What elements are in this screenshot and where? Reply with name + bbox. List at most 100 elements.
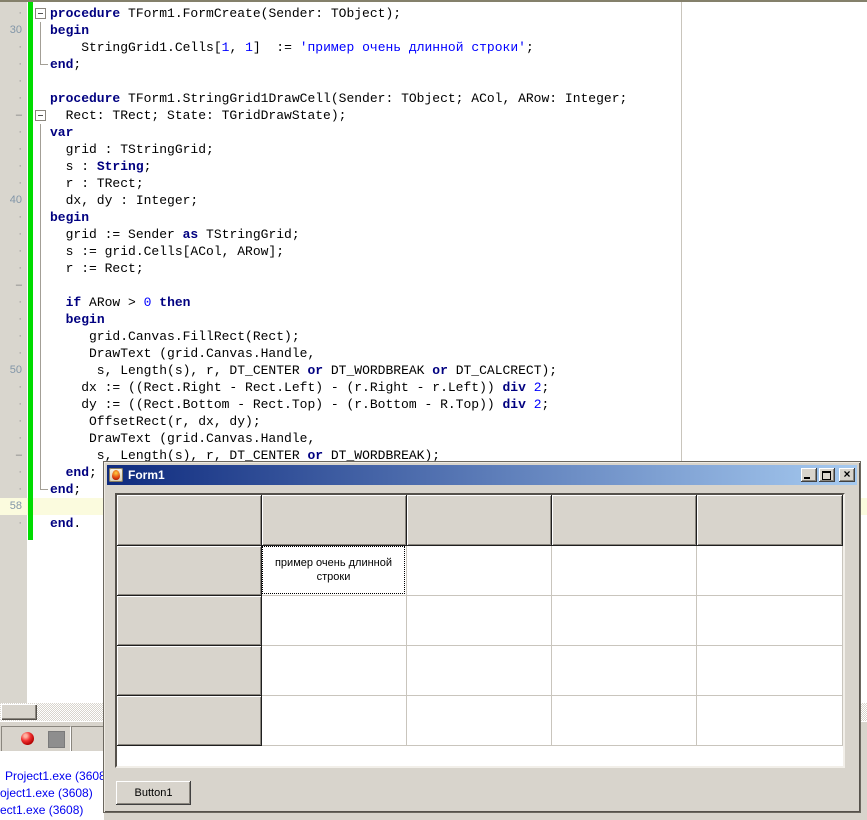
- fold-line: [40, 413, 41, 430]
- code-line-45[interactable]: –: [0, 277, 867, 294]
- code-line-39[interactable]: · r : TRect;: [0, 175, 867, 192]
- code-line-43[interactable]: · s := grid.Cells[ACol, ARow];: [0, 243, 867, 260]
- grid-fixed-cell[interactable]: [552, 495, 697, 546]
- fold-line: [40, 430, 41, 447]
- gutter-marker: ·: [0, 226, 22, 243]
- code-line-42[interactable]: · grid := Sender as TStringGrid;: [0, 226, 867, 243]
- gutter-marker: ·: [0, 294, 22, 311]
- grid-cell[interactable]: [407, 646, 552, 696]
- fold-collapse-icon[interactable]: [35, 8, 46, 19]
- code-line-32[interactable]: · end;: [0, 56, 867, 73]
- code-text: procedure TForm1.FormCreate(Sender: TObj…: [50, 5, 401, 22]
- code-text: s := grid.Cells[ACol, ARow];: [50, 243, 284, 260]
- code-line-49[interactable]: · DrawText (grid.Canvas.Handle,: [0, 345, 867, 362]
- code-line-47[interactable]: · begin: [0, 311, 867, 328]
- code-text: if ARow > 0 then: [50, 294, 190, 311]
- code-line-53[interactable]: · OffsetRect(r, dx, dy);: [0, 413, 867, 430]
- grid-fixed-cell[interactable]: [697, 495, 843, 546]
- code-line-40[interactable]: 40 dx, dy : Integer;: [0, 192, 867, 209]
- grid-fixed-cell[interactable]: [407, 495, 552, 546]
- grid-cell[interactable]: [552, 696, 697, 746]
- code-text: dy := ((Rect.Bottom - Rect.Top) - (r.Bot…: [50, 396, 549, 413]
- grid-fixed-cell[interactable]: [117, 646, 262, 696]
- code-line-34[interactable]: ·procedure TForm1.StringGrid1DrawCell(Se…: [0, 90, 867, 107]
- grid-cell[interactable]: [697, 546, 843, 596]
- code-text: Rect: TRect; State: TGridDrawState);: [50, 107, 346, 124]
- string-grid[interactable]: пример очень длинной строки: [115, 493, 845, 768]
- fold-collapse-icon[interactable]: [35, 110, 46, 121]
- gutter-marker: ·: [0, 243, 22, 260]
- green-change-bar: [28, 2, 33, 540]
- grid-fixed-cell[interactable]: [262, 495, 407, 546]
- gutter-marker: ·: [0, 328, 22, 345]
- code-text: begin: [50, 209, 89, 226]
- code-line-50[interactable]: 50 s, Length(s), r, DT_CENTER or DT_WORD…: [0, 362, 867, 379]
- minimize-button[interactable]: [801, 468, 817, 482]
- code-line-37[interactable]: · grid : TStringGrid;: [0, 141, 867, 158]
- grid-cell[interactable]: [262, 696, 407, 746]
- grid-fixed-cell[interactable]: [117, 696, 262, 746]
- code-text: DrawText (grid.Canvas.Handle,: [50, 345, 315, 362]
- grid-cell[interactable]: [697, 696, 843, 746]
- code-line-30[interactable]: 30 begin: [0, 22, 867, 39]
- minimize-icon: [804, 477, 810, 479]
- fold-line: [40, 447, 41, 464]
- grid-fixed-cell[interactable]: [117, 495, 262, 546]
- gutter-marker: –: [0, 107, 22, 124]
- grid-cell[interactable]: пример очень длинной строки: [262, 546, 407, 596]
- code-text: end;: [50, 56, 81, 73]
- form-window: Form1 × пример очень длинной строки Butt…: [104, 462, 860, 812]
- grid-cell[interactable]: [407, 546, 552, 596]
- fold-line: [40, 481, 41, 490]
- fold-line: [40, 277, 41, 294]
- code-line-54[interactable]: · DrawText (grid.Canvas.Handle,: [0, 430, 867, 447]
- button1[interactable]: Button1: [116, 781, 191, 805]
- code-line-48[interactable]: · grid.Canvas.FillRect(Rect);: [0, 328, 867, 345]
- code-line-33[interactable]: ·: [0, 73, 867, 90]
- fold-line: [40, 124, 41, 141]
- code-line-52[interactable]: · dy := ((Rect.Bottom - Rect.Top) - (r.B…: [0, 396, 867, 413]
- gutter-marker: ·: [0, 5, 22, 22]
- code-line-46[interactable]: · if ARow > 0 then: [0, 294, 867, 311]
- code-text: begin: [50, 22, 89, 39]
- code-line-31[interactable]: · StringGrid1.Cells[1, 1] := 'пример оче…: [0, 39, 867, 56]
- gutter-marker: ·: [0, 90, 22, 107]
- grid-cell[interactable]: [552, 646, 697, 696]
- grid-cell[interactable]: [697, 646, 843, 696]
- gutter-marker: 30: [0, 22, 22, 39]
- grid-cell[interactable]: [552, 596, 697, 646]
- scrollbar-thumb[interactable]: [1, 704, 37, 720]
- grid-cell[interactable]: [407, 696, 552, 746]
- grid-fixed-cell[interactable]: [117, 546, 262, 596]
- gutter-marker: ·: [0, 175, 22, 192]
- code-text: begin: [50, 311, 105, 328]
- grid-cell[interactable]: [552, 546, 697, 596]
- grid-cell[interactable]: [697, 596, 843, 646]
- window-titlebar[interactable]: Form1 ×: [107, 465, 857, 485]
- gutter-marker: ·: [0, 481, 22, 498]
- close-icon: ×: [839, 468, 855, 482]
- window-controls: ×: [799, 468, 855, 482]
- code-line-36[interactable]: ·var: [0, 124, 867, 141]
- fold-line: [40, 226, 41, 243]
- code-line-38[interactable]: · s : String;: [0, 158, 867, 175]
- grid-cell[interactable]: [262, 596, 407, 646]
- gutter-marker: ·: [0, 515, 22, 532]
- grid-focused-cell-text: пример очень длинной строки: [262, 546, 405, 594]
- code-line-35[interactable]: – Rect: TRect; State: TGridDrawState);: [0, 107, 867, 124]
- fold-line: [40, 209, 41, 226]
- code-line-41[interactable]: ·begin: [0, 209, 867, 226]
- fold-line: [40, 464, 41, 481]
- code-line-29[interactable]: · procedure TForm1.FormCreate(Sender: TOb…: [0, 5, 867, 22]
- code-line-44[interactable]: · r := Rect;: [0, 260, 867, 277]
- close-button[interactable]: ×: [839, 468, 855, 482]
- gutter-marker: ·: [0, 56, 22, 73]
- grid-cell[interactable]: [262, 646, 407, 696]
- fold-line: [40, 311, 41, 328]
- grid-fixed-cell[interactable]: [117, 596, 262, 646]
- maximize-button[interactable]: [819, 468, 835, 482]
- fold-line: [40, 328, 41, 345]
- code-text: r : TRect;: [50, 175, 144, 192]
- grid-cell[interactable]: [407, 596, 552, 646]
- code-line-51[interactable]: · dx := ((Rect.Right - Rect.Left) - (r.R…: [0, 379, 867, 396]
